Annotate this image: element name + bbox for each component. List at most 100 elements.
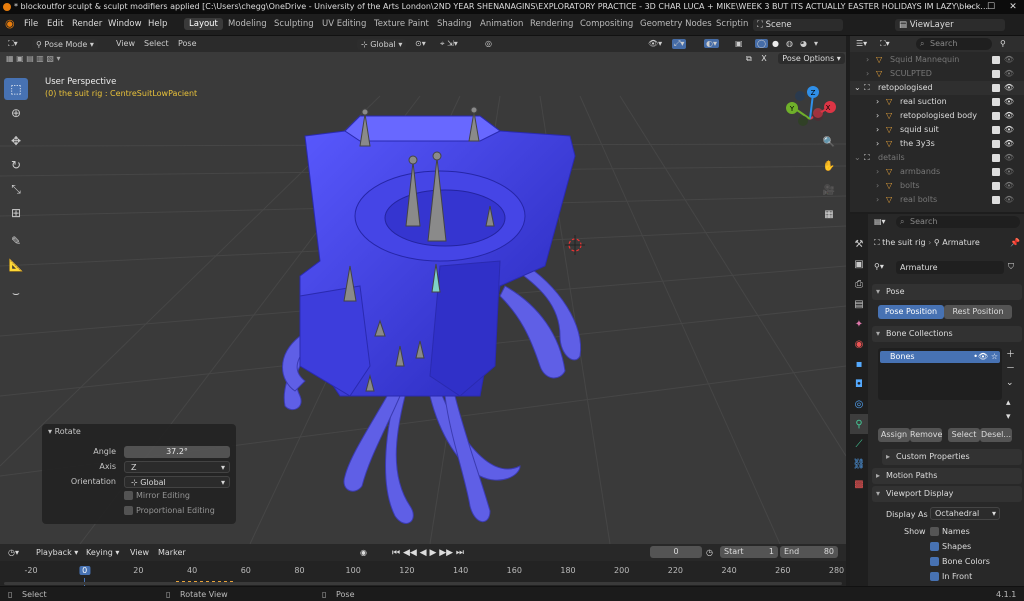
assign-button[interactable]: Assign: [878, 428, 910, 442]
custom-properties-header[interactable]: Custom Properties: [882, 449, 1022, 465]
object-tab-icon[interactable]: ◘: [850, 374, 868, 394]
transform-tool-icon[interactable]: ⊞: [4, 202, 28, 224]
visibility-eye-icon[interactable]: 👁: [1004, 179, 1014, 193]
outliner-row[interactable]: ⌄ ⛶ details 👁: [850, 151, 1024, 165]
scene-tab-icon[interactable]: ✦: [850, 314, 868, 334]
move-up-button[interactable]: ▴: [1006, 396, 1015, 410]
render-tab-icon[interactable]: ▣: [850, 254, 868, 274]
physics-tab-icon[interactable]: ◎: [850, 394, 868, 414]
exclude-checkbox[interactable]: [992, 84, 1000, 92]
outliner-row[interactable]: › ▽ retopologised body 👁: [850, 109, 1024, 123]
rest-position-button[interactable]: Rest Position: [944, 305, 1012, 319]
exclude-checkbox[interactable]: [992, 182, 1000, 190]
outliner-row[interactable]: › ▽ Squid Mannequin 👁: [850, 53, 1024, 67]
scale-tool-icon[interactable]: ⤡: [4, 178, 28, 200]
motion-paths-header[interactable]: Motion Paths: [872, 468, 1022, 484]
names-checkbox[interactable]: Names: [930, 527, 970, 536]
overlay-toggle-icon[interactable]: ◐▾: [704, 39, 719, 48]
tab-uv-editing[interactable]: UV Editing: [322, 19, 366, 29]
collection-solo-star-icon[interactable]: ☆: [991, 351, 998, 363]
armature-data-tab-icon[interactable]: ⚲: [850, 414, 868, 434]
texture-tab-icon[interactable]: ▩: [850, 474, 868, 494]
menu-render[interactable]: Render: [72, 19, 102, 29]
visibility-eye-icon[interactable]: 👁: [1004, 95, 1014, 109]
record-icon[interactable]: ◉: [360, 548, 367, 557]
display-as-select[interactable]: Octahedral ▾: [930, 507, 1000, 520]
visibility-eye-icon[interactable]: 👁: [1004, 193, 1014, 207]
maximize-button[interactable]: ☐: [980, 0, 1002, 14]
exclude-checkbox[interactable]: [992, 154, 1000, 162]
menu-select[interactable]: Select: [144, 39, 169, 48]
outliner-row[interactable]: › ▽ bolts 👁: [850, 179, 1024, 193]
timeline-editor-icon[interactable]: ◷▾: [8, 548, 19, 557]
outliner-row[interactable]: › ▽ the 3y3s 👁: [850, 137, 1024, 151]
menu-edit[interactable]: Edit: [47, 19, 63, 29]
menu-keying[interactable]: Keying ▾: [86, 548, 119, 557]
blender-menu-icon[interactable]: ◉: [5, 17, 15, 30]
deselect-button[interactable]: Desel...: [980, 428, 1012, 442]
add-collection-button[interactable]: ＋: [1006, 348, 1015, 362]
mirror-editing-checkbox[interactable]: Mirror Editing: [124, 491, 190, 500]
outliner-row[interactable]: › ▽ real suction 👁: [850, 95, 1024, 109]
camera-view-icon[interactable]: 🎥: [820, 181, 838, 199]
tab-geometry-nodes[interactable]: Geometry Nodes: [640, 19, 712, 29]
current-frame-field[interactable]: 0: [650, 546, 702, 558]
relax-pose-tool-icon[interactable]: ⌣: [4, 282, 28, 304]
start-frame-field[interactable]: Start 1: [720, 546, 778, 558]
expand-chevron-icon[interactable]: ›: [876, 109, 879, 123]
outliner-type-icon[interactable]: ☰▾: [856, 39, 867, 48]
annotate-tool-icon[interactable]: ✎: [4, 230, 28, 252]
remove-button[interactable]: Remove: [910, 428, 942, 442]
tab-scripting[interactable]: Scriptin: [716, 19, 748, 29]
exclude-checkbox[interactable]: [992, 196, 1000, 204]
measure-tool-icon[interactable]: 📐: [4, 254, 28, 276]
menu-help[interactable]: Help: [148, 19, 167, 29]
snap-icon[interactable]: ⌖ ⇲▾: [440, 39, 458, 49]
mode-selector[interactable]: ⚲ Pose Mode ▾: [32, 39, 98, 50]
exclude-checkbox[interactable]: [992, 126, 1000, 134]
outliner-row[interactable]: ⌄ ⛶ retopologised 👁: [850, 81, 1024, 95]
pivot-icon[interactable]: ⊙▾: [415, 39, 426, 48]
wireframe-shading-icon[interactable]: ◯: [755, 39, 768, 48]
menu-marker[interactable]: Marker: [158, 548, 186, 557]
minimize-button[interactable]: —: [958, 0, 980, 14]
props-editor-type-icon[interactable]: ▤▾: [874, 217, 886, 226]
in-front-checkbox[interactable]: In Front: [930, 572, 972, 581]
zoom-icon[interactable]: 🔍: [820, 133, 838, 151]
tab-rendering[interactable]: Rendering: [530, 19, 573, 29]
rotate-tool-icon[interactable]: ↻: [4, 154, 28, 176]
expand-chevron-icon[interactable]: ›: [876, 123, 879, 137]
expand-chevron-icon[interactable]: ›: [876, 165, 879, 179]
navigation-gizmo[interactable]: X Z Y: [786, 86, 836, 126]
xray-icon[interactable]: ▣: [735, 39, 743, 48]
ortho-grid-icon[interactable]: ▦: [820, 205, 838, 223]
playback-controls[interactable]: ⏮ ◀◀ ◀ ▶ ▶▶ ⏭: [392, 548, 464, 558]
exclude-checkbox[interactable]: [992, 70, 1000, 78]
outliner-filter-icon[interactable]: ⚲: [1000, 39, 1006, 48]
armature-name-field[interactable]: Armature: [896, 261, 1004, 274]
tab-sculpting[interactable]: Sculpting: [274, 19, 314, 29]
output-tab-icon[interactable]: ⎙: [850, 274, 868, 294]
tab-texture-paint[interactable]: Texture Paint: [374, 19, 429, 29]
menu-playback[interactable]: Playback ▾: [36, 548, 78, 557]
pan-hand-icon[interactable]: ✋: [820, 157, 838, 175]
visibility-eye-icon[interactable]: 👁: [1004, 137, 1014, 151]
exclude-checkbox[interactable]: [992, 98, 1000, 106]
orientation-selector[interactable]: ⊹ Global ▾: [357, 39, 407, 50]
expand-chevron-icon[interactable]: ›: [876, 193, 879, 207]
visibility-eye-icon[interactable]: 👁: [1004, 165, 1014, 179]
menu-timeline-view[interactable]: View: [130, 548, 149, 557]
solid-shading-icon[interactable]: ●: [772, 39, 779, 48]
fake-user-shield-icon[interactable]: ⛉: [1008, 262, 1014, 272]
menu-view[interactable]: View: [116, 39, 135, 48]
editor-type-icon[interactable]: ⛶▾: [8, 39, 18, 49]
mirror-icon[interactable]: ⧉: [746, 54, 752, 63]
view-layer-tab-icon[interactable]: ▤: [850, 294, 868, 314]
select-button[interactable]: Select: [948, 428, 980, 442]
menu-file[interactable]: File: [24, 19, 38, 29]
view-layer-selector[interactable]: ▤ ViewLayer: [895, 19, 1005, 31]
expand-chevron-icon[interactable]: ›: [876, 137, 879, 151]
visibility-eye-icon[interactable]: 👁: [1004, 109, 1014, 123]
timeline-scrollbar[interactable]: [4, 582, 842, 585]
expand-chevron-icon[interactable]: ›: [866, 67, 869, 81]
